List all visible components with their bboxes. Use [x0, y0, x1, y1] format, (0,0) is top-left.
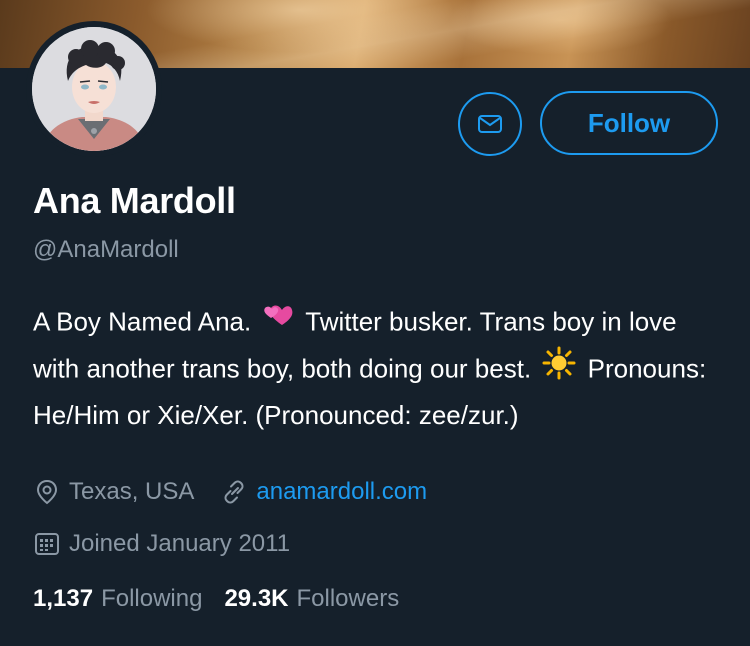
link-icon	[224, 480, 244, 504]
followers-stat[interactable]: 29.3K Followers	[224, 585, 399, 613]
location-text: Texas, USA	[69, 478, 195, 505]
sun-icon	[542, 346, 576, 391]
display-name: Ana Mardoll	[33, 180, 236, 221]
bio-text-1: A Boy Named Ana.	[33, 306, 252, 337]
following-label: Following	[101, 585, 203, 612]
following-count: 1,137	[33, 585, 94, 612]
calendar-icon	[35, 533, 59, 555]
location-pin-icon	[36, 479, 58, 505]
followers-count: 29.3K	[224, 585, 289, 612]
follow-button[interactable]: Follow	[540, 91, 718, 155]
two-hearts-icon	[262, 301, 294, 342]
profile-meta-location-website: Texas, USA anamardoll.com	[33, 478, 427, 506]
avatar-frame[interactable]	[26, 21, 162, 157]
user-handle: @AnaMardoll	[33, 236, 179, 263]
avatar-illustration	[32, 27, 156, 151]
joined-date: Joined January 2011	[69, 530, 291, 557]
envelope-icon	[478, 115, 502, 133]
following-stat[interactable]: 1,137 Following	[33, 585, 202, 613]
followers-label: Followers	[296, 585, 400, 612]
website-link[interactable]: anamardoll.com	[256, 478, 427, 506]
profile-bio: A Boy Named Ana. Twitter busker. Trans b…	[33, 301, 723, 435]
avatar[interactable]	[32, 27, 156, 151]
profile-meta-joined: Joined January 2011	[33, 530, 290, 558]
follow-stats: 1,137 Following 29.3K Followers	[33, 585, 421, 613]
message-button[interactable]	[458, 92, 522, 156]
